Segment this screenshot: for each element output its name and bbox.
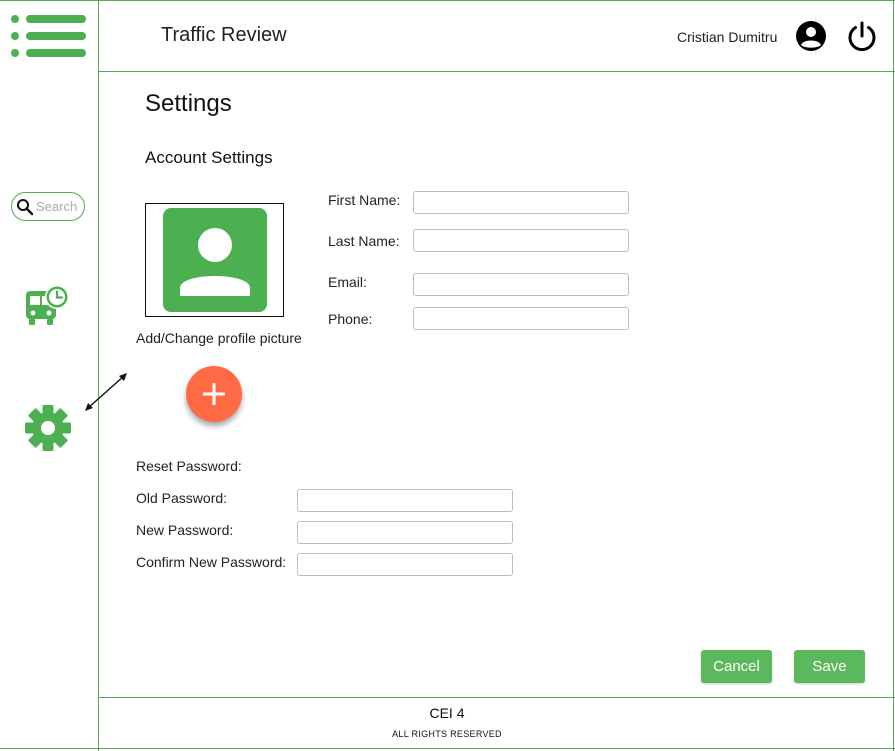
profile-picture bbox=[145, 203, 284, 317]
email-label: Email: bbox=[328, 274, 367, 290]
confirm-password-label: Confirm New Password: bbox=[136, 554, 287, 570]
plus-icon bbox=[203, 383, 225, 405]
old-password-label: Old Password: bbox=[136, 490, 228, 506]
new-password-label: New Password: bbox=[136, 522, 234, 538]
user-name[interactable]: Cristian Dumitru bbox=[677, 29, 777, 45]
search-icon bbox=[17, 198, 34, 215]
footer-divider bbox=[99, 697, 895, 698]
profile-picture-label: Add/Change profile picture bbox=[136, 330, 302, 346]
search-box[interactable] bbox=[11, 192, 85, 221]
gear-icon[interactable] bbox=[23, 403, 73, 453]
save-button[interactable]: Save bbox=[794, 650, 865, 683]
frame-top-border bbox=[0, 0, 895, 1]
confirm-password-field[interactable] bbox=[297, 553, 513, 576]
bus-schedule-icon[interactable] bbox=[24, 283, 72, 327]
app-title: Traffic Review bbox=[161, 24, 287, 46]
section-title: Account Settings bbox=[145, 148, 273, 167]
reset-password-heading: Reset Password: bbox=[136, 458, 242, 474]
phone-label: Phone: bbox=[328, 311, 373, 327]
page-title: Settings bbox=[145, 90, 232, 117]
email-field[interactable] bbox=[413, 273, 629, 296]
power-icon[interactable] bbox=[846, 20, 878, 52]
first-name-label: First Name: bbox=[328, 192, 401, 208]
cancel-button[interactable]: Cancel bbox=[701, 650, 772, 683]
old-password-field[interactable] bbox=[297, 489, 513, 512]
footer-rights: ALL RIGHTS RESERVED bbox=[392, 729, 502, 739]
search-input[interactable] bbox=[34, 199, 84, 214]
header-divider bbox=[99, 71, 895, 72]
last-name-label: Last Name: bbox=[328, 233, 400, 249]
double-arrow-annotation bbox=[82, 370, 130, 414]
frame-right-border bbox=[893, 0, 894, 751]
account-circle-icon[interactable] bbox=[795, 20, 827, 52]
first-name-field[interactable] bbox=[413, 191, 629, 214]
footer-title: CEI 4 bbox=[429, 705, 465, 721]
hamburger-menu-icon[interactable] bbox=[10, 14, 88, 60]
frame-bottom-border bbox=[0, 748, 895, 749]
phone-field[interactable] bbox=[413, 307, 629, 330]
new-password-field[interactable] bbox=[297, 521, 513, 544]
add-picture-button[interactable] bbox=[186, 366, 242, 422]
person-icon bbox=[162, 208, 267, 312]
last-name-field[interactable] bbox=[413, 229, 629, 252]
